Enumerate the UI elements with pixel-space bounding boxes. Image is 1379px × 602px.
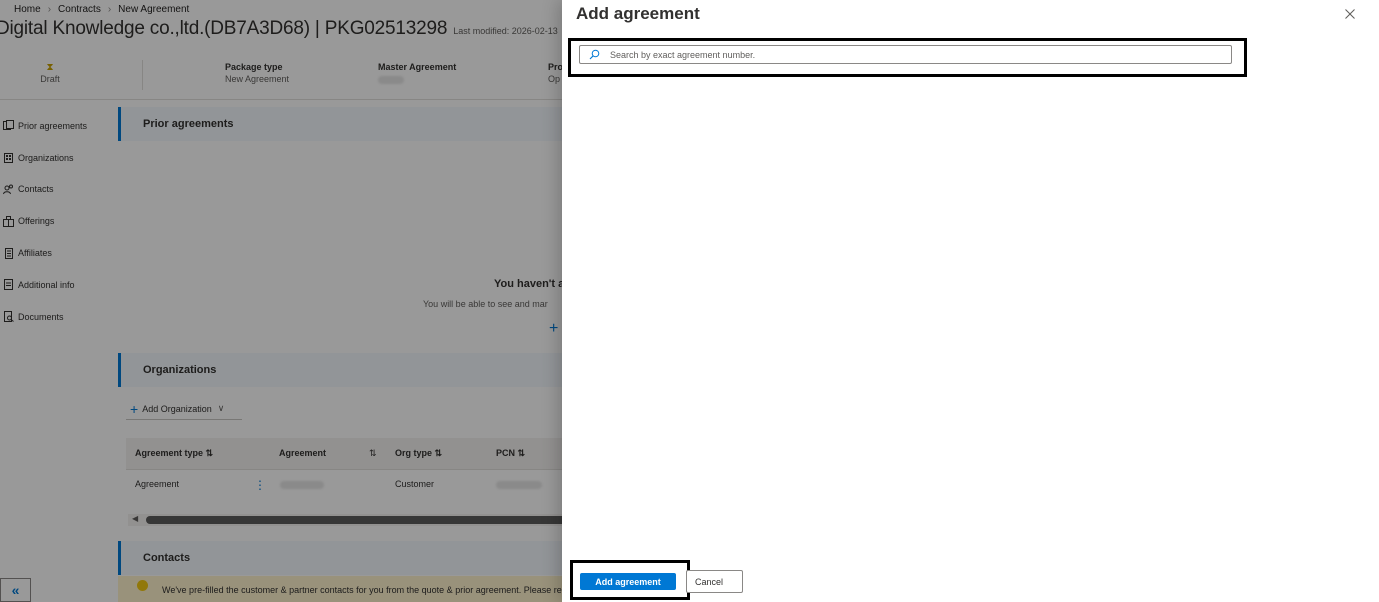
add-agreement-panel: Add agreement Add agreement Cancel	[562, 0, 1379, 602]
panel-title: Add agreement	[576, 4, 700, 23]
agreement-search-box[interactable]	[579, 45, 1232, 64]
close-panel-button[interactable]	[1340, 4, 1360, 24]
search-icon	[586, 47, 602, 63]
add-agreement-button[interactable]: Add agreement	[580, 573, 676, 590]
cancel-button[interactable]: Cancel	[686, 570, 743, 593]
close-icon	[1345, 9, 1355, 19]
agreement-search-input[interactable]	[610, 49, 1210, 60]
modal-overlay[interactable]	[0, 0, 562, 602]
